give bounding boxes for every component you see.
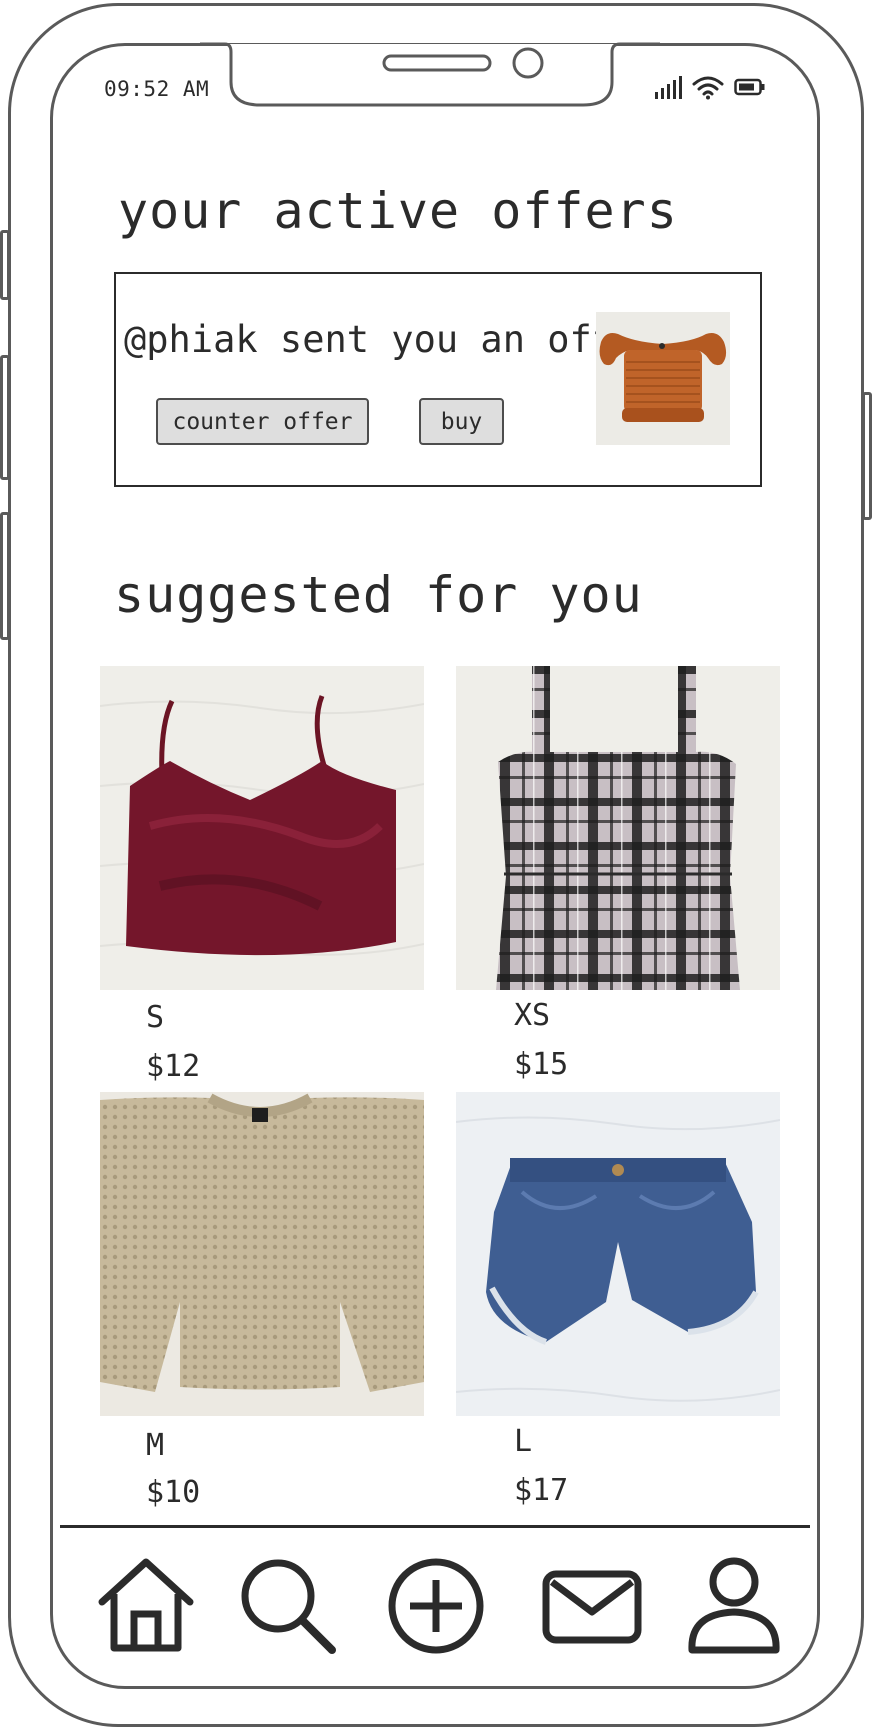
- notch: [200, 42, 660, 107]
- product-price: $15: [514, 1047, 569, 1082]
- product-size: XS: [514, 998, 551, 1033]
- profile-icon[interactable]: [684, 1556, 784, 1656]
- product-image[interactable]: [456, 1092, 780, 1416]
- offer-message: @phiak sent you an offer: [124, 318, 659, 361]
- side-button: [0, 512, 10, 640]
- wifi-icon: [692, 76, 724, 100]
- product-price: $17: [514, 1473, 569, 1508]
- status-time: 09:52 AM: [104, 77, 210, 101]
- product-size: L: [514, 1424, 533, 1459]
- side-button: [862, 392, 872, 520]
- buy-button[interactable]: buy: [419, 398, 504, 445]
- nav-divider: [60, 1525, 810, 1528]
- suggested-section-title: suggested for you: [114, 566, 643, 624]
- product-image[interactable]: [456, 666, 780, 990]
- messages-icon[interactable]: [542, 1556, 642, 1656]
- side-button: [0, 355, 10, 480]
- counter-offer-button[interactable]: counter offer: [156, 398, 369, 445]
- search-icon[interactable]: [238, 1556, 338, 1656]
- product-size: M: [146, 1428, 165, 1463]
- product-price: $12: [146, 1049, 201, 1084]
- battery-icon: [734, 78, 765, 96]
- product-image[interactable]: [100, 1092, 424, 1416]
- product-image[interactable]: [100, 666, 424, 990]
- product-size: S: [146, 1000, 165, 1035]
- offers-section-title: your active offers: [118, 182, 678, 240]
- signal-icon: [655, 76, 682, 99]
- side-button: [0, 230, 10, 300]
- product-price: $10: [146, 1475, 201, 1510]
- add-icon[interactable]: [386, 1556, 486, 1656]
- offer-item-thumbnail[interactable]: [596, 312, 730, 445]
- home-icon[interactable]: [96, 1556, 196, 1656]
